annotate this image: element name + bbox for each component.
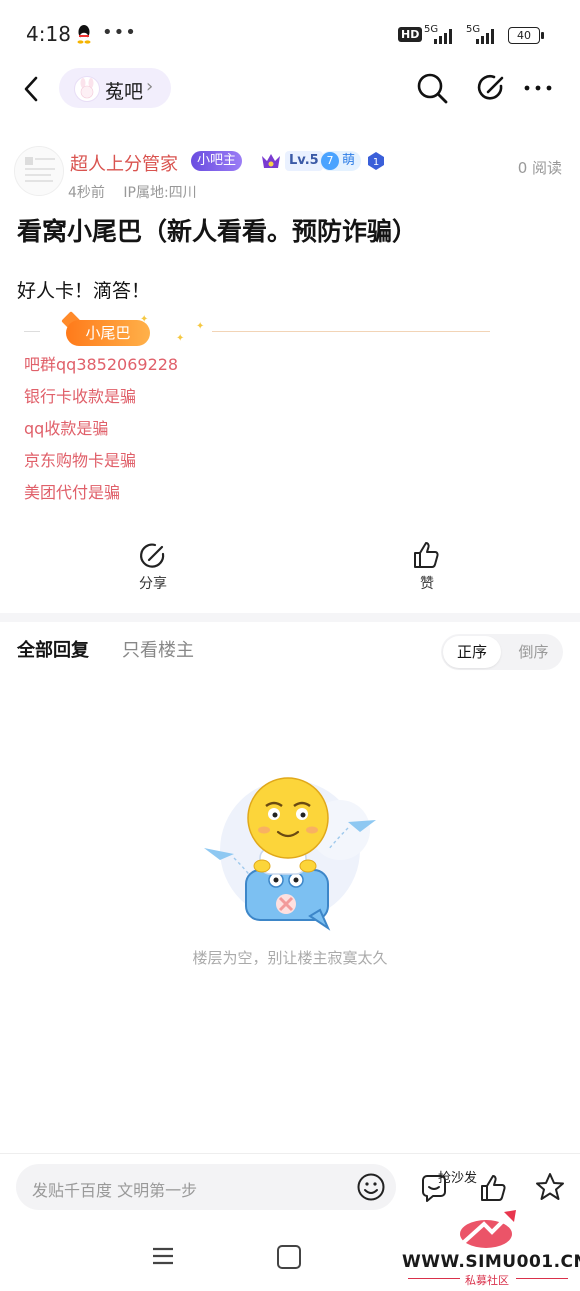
tail-line: qq收款是骗 — [24, 419, 109, 438]
status-bar: 4:18 ••• HD 5G 5G 40 — [0, 0, 580, 70]
section-divider — [0, 613, 580, 622]
thumbs-up-icon — [414, 542, 439, 568]
back-icon[interactable] — [18, 70, 48, 110]
star-icon[interactable] — [533, 1170, 567, 1204]
watermark-line — [516, 1278, 568, 1279]
home-icon[interactable] — [277, 1245, 301, 1269]
watermark-logo — [460, 1210, 516, 1248]
like-button[interactable]: 赞 — [397, 539, 457, 593]
admin-badge: 小吧主 — [191, 151, 243, 171]
tail-line: 美团代付是骗 — [24, 483, 121, 502]
comment-input-placeholder: 发贴千百度 文明第一步 — [32, 1181, 198, 1200]
tail-list: 吧群qq3852069228 银行卡收款是骗 qq收款是骗 京东购物卡是骗 美团… — [24, 352, 178, 512]
watermark-sub: 私募社区 — [465, 1274, 509, 1287]
share-button[interactable]: 分享 — [123, 541, 183, 593]
avatar[interactable] — [14, 146, 64, 196]
chevron-right-icon: › — [146, 76, 154, 97]
post-time: 4秒前 — [68, 185, 105, 201]
tab-all-replies[interactable]: 全部回复 — [17, 636, 89, 662]
fan-badge-label: 萌 — [342, 153, 356, 168]
sofa-label: 抢沙发 — [438, 1171, 478, 1186]
clock: 4:18 — [26, 22, 71, 46]
tab-only-op[interactable]: 只看楼主 — [122, 636, 194, 662]
forum-name[interactable]: 菟吧 — [105, 77, 143, 104]
fan-badge: 7 萌 — [320, 151, 362, 171]
menu-icon[interactable] — [152, 1247, 174, 1265]
ip-location: IP属地:四川 — [123, 185, 197, 201]
sparkle-icon: ✦ — [140, 314, 149, 325]
sort-ascending-button[interactable]: 正序 — [443, 636, 501, 668]
qq-icon — [77, 25, 91, 44]
read-count: 0 阅读 — [517, 159, 562, 177]
post-body: 好人卡！滴答！ — [17, 280, 151, 302]
sparkle-icon: ✦ — [196, 321, 205, 332]
bottom-bar-border — [0, 1153, 580, 1154]
more-icon[interactable] — [520, 70, 556, 106]
tail-divider — [24, 331, 40, 332]
share-icon — [140, 543, 165, 568]
fan-badge-level: 7 — [321, 152, 339, 170]
svg-text:1: 1 — [373, 157, 379, 168]
share-label: 分享 — [139, 576, 167, 592]
thumbs-up-icon[interactable] — [478, 1172, 510, 1204]
level-badge: Lv.5 — [285, 151, 323, 171]
forum-avatar — [74, 76, 100, 102]
tail-line: 京东购物卡是骗 — [24, 451, 137, 470]
tail-line: 吧群qq3852069228 — [24, 355, 179, 374]
watermark-site: WWW.SIMU001.CN — [402, 1252, 580, 1272]
post-meta: 4秒前 IP属地:四川 — [68, 182, 211, 202]
crown-icon — [262, 154, 280, 168]
tail-line: 银行卡收款是骗 — [24, 387, 137, 406]
empty-state-text: 楼层为空，别让楼主寂寞太久 — [192, 949, 388, 967]
author-name[interactable]: 超人上分管家 — [70, 150, 178, 176]
search-icon[interactable] — [414, 70, 450, 106]
post-title: 看窝小尾巴（新人看看。预防诈骗） — [17, 217, 418, 246]
empty-state-illustration — [204, 777, 376, 931]
sparkle-icon: ✦ — [176, 333, 185, 344]
tail-badge: 小尾巴 — [66, 320, 150, 346]
more-notifications-icon: ••• — [102, 22, 137, 43]
battery-icon: 40 — [508, 27, 544, 44]
emoji-icon[interactable] — [356, 1172, 386, 1202]
hd-indicator: HD — [398, 27, 423, 42]
edit-icon[interactable] — [474, 70, 510, 106]
like-label: 赞 — [420, 576, 434, 592]
watermark-line — [408, 1278, 460, 1279]
rank-icon: 1 — [368, 152, 384, 170]
sort-descending-button[interactable]: 倒序 — [506, 636, 561, 668]
signal-bars-icon — [434, 29, 452, 44]
signal-bars-icon — [476, 29, 494, 44]
tail-divider — [212, 331, 490, 332]
